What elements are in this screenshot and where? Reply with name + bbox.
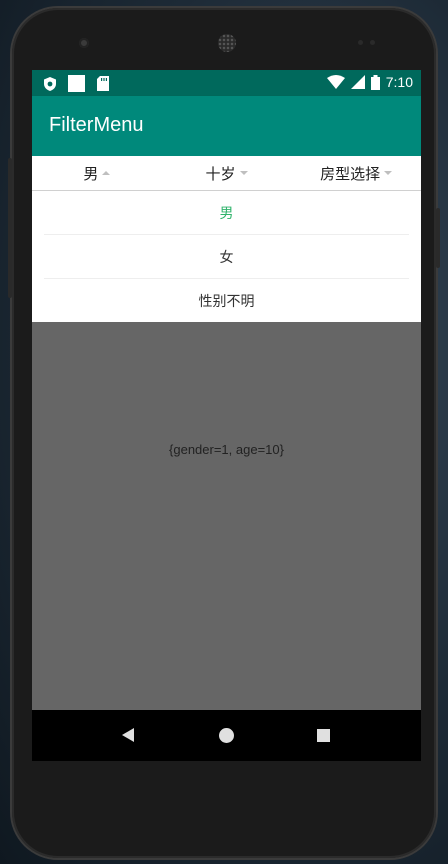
sensor: [370, 40, 375, 45]
status-bar: 7:10: [32, 70, 421, 96]
filter-tab-label: 房型选择: [320, 164, 381, 183]
dropdown-menu: 男 女 性别不明: [32, 191, 421, 322]
screen: 7:10 FilterMenu 男 十岁 房型选择 男 女 性别不明 {gend…: [32, 70, 421, 761]
sensor: [358, 40, 363, 45]
chevron-down-icon: [384, 171, 393, 175]
speaker-grille: [218, 34, 236, 52]
recent-apps-icon[interactable]: [317, 729, 330, 742]
filter-tab-age[interactable]: 十岁: [162, 156, 292, 190]
status-time: 7:10: [385, 74, 413, 90]
square-icon: [68, 75, 85, 92]
app-bar: FilterMenu: [32, 96, 421, 156]
back-icon[interactable]: [122, 728, 134, 742]
filter-tab-room-type[interactable]: 房型选择: [291, 156, 421, 190]
battery-icon: [370, 74, 380, 90]
sdcard-icon: [97, 76, 109, 91]
dropdown-option-male[interactable]: 男: [44, 191, 409, 235]
power-button[interactable]: [436, 208, 440, 268]
volume-button[interactable]: [8, 158, 12, 298]
dropdown-option-female[interactable]: 女: [44, 235, 409, 279]
signal-icon: [350, 75, 365, 89]
filter-bar: 男 十岁 房型选择: [32, 156, 421, 191]
result-text: {gender=1, age=10}: [169, 442, 284, 457]
dropdown-option-unknown[interactable]: 性别不明: [44, 279, 409, 322]
filter-tab-gender[interactable]: 男: [32, 156, 162, 190]
filter-tab-label: 男: [83, 164, 99, 183]
navigation-bar: [32, 710, 421, 761]
filter-tab-label: 十岁: [205, 164, 236, 183]
wifi-icon: [326, 75, 345, 89]
shield-icon: [44, 76, 56, 91]
chevron-down-icon: [239, 171, 248, 175]
home-icon[interactable]: [219, 728, 234, 743]
app-title: FilterMenu: [49, 114, 144, 136]
front-camera: [79, 38, 89, 48]
chevron-up-icon: [102, 171, 111, 175]
